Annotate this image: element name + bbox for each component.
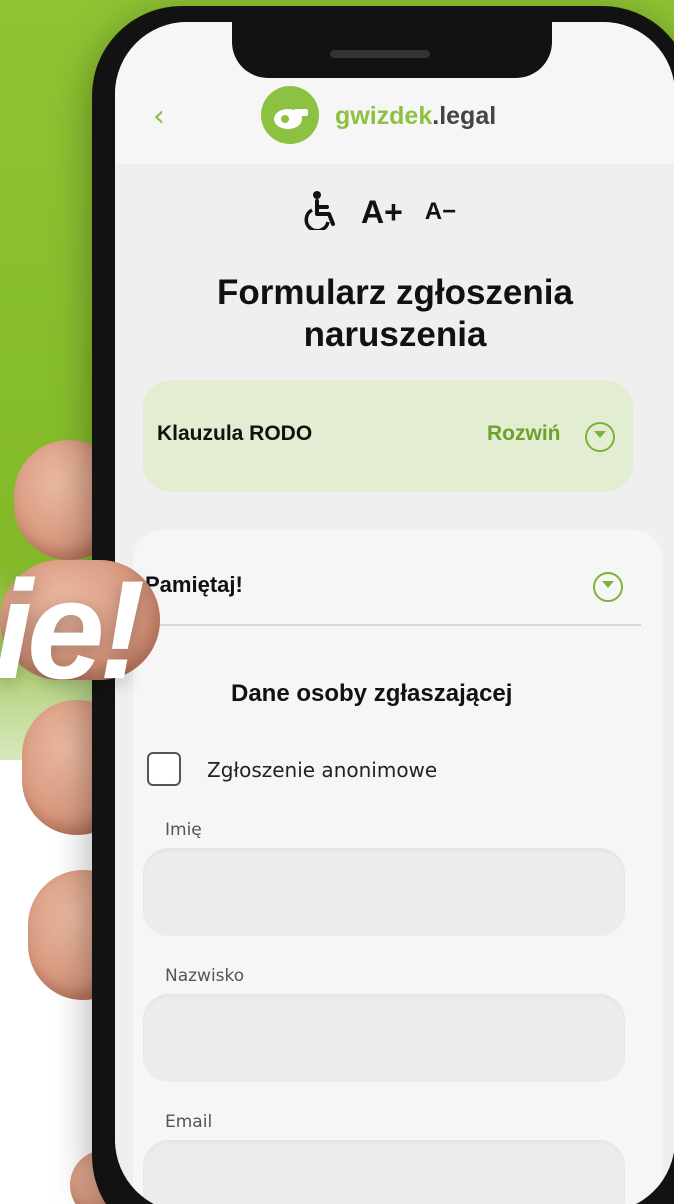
promo-overlay-text: ie! [0,551,145,708]
email-field[interactable] [143,1140,625,1204]
font-increase-button[interactable]: A+ [361,194,403,231]
back-button[interactable]: ‹ [153,102,165,132]
rodo-label: Klauzula RODO [157,422,313,445]
reporter-section-title: Dane osoby zgłaszającej [231,680,513,707]
chevron-left-icon: ‹ [153,99,165,134]
phone-speaker [330,50,430,58]
logo-suffix: .legal [432,102,497,130]
page-title-line1: Formularz zgłoszenia [217,273,573,312]
phone-notch [232,16,552,78]
anonymous-checkbox[interactable] [147,752,181,786]
wheelchair-icon[interactable] [303,190,339,234]
email-label: Email [165,1112,213,1132]
whistle-logo-icon [261,86,319,144]
rodo-expand-link[interactable]: Rozwiń [487,422,561,446]
brand-logo-text: gwizdek.legal [335,102,496,131]
font-decrease-button[interactable]: A− [425,198,456,226]
last-name-label: Nazwisko [165,966,245,986]
last-name-field[interactable] [143,994,625,1082]
page-title-line2: naruszenia [303,315,487,354]
chevron-down-icon[interactable] [593,572,623,602]
first-name-label: Imię [165,820,202,840]
logo-brand: gwizdek [335,102,433,130]
report-form-card: Pamiętaj! Dane osoby zgłaszającej Zgłosz… [133,530,663,1204]
anonymous-checkbox-label: Zgłoszenie anonimowe [207,758,438,782]
divider [145,624,641,626]
first-name-field[interactable] [143,848,625,936]
chevron-down-icon[interactable] [585,422,615,452]
rodo-accordion[interactable]: Klauzula RODO Rozwiń [143,380,633,492]
remember-accordion-label[interactable]: Pamiętaj! [145,572,243,598]
accessibility-toolbar: A+ A− [303,190,456,234]
phone-screen: ‹ gwizdek.legal A+ A− Formularz zgłoszen… [115,22,674,1204]
page-title: Formularz zgłoszenia naruszenia [135,272,655,356]
